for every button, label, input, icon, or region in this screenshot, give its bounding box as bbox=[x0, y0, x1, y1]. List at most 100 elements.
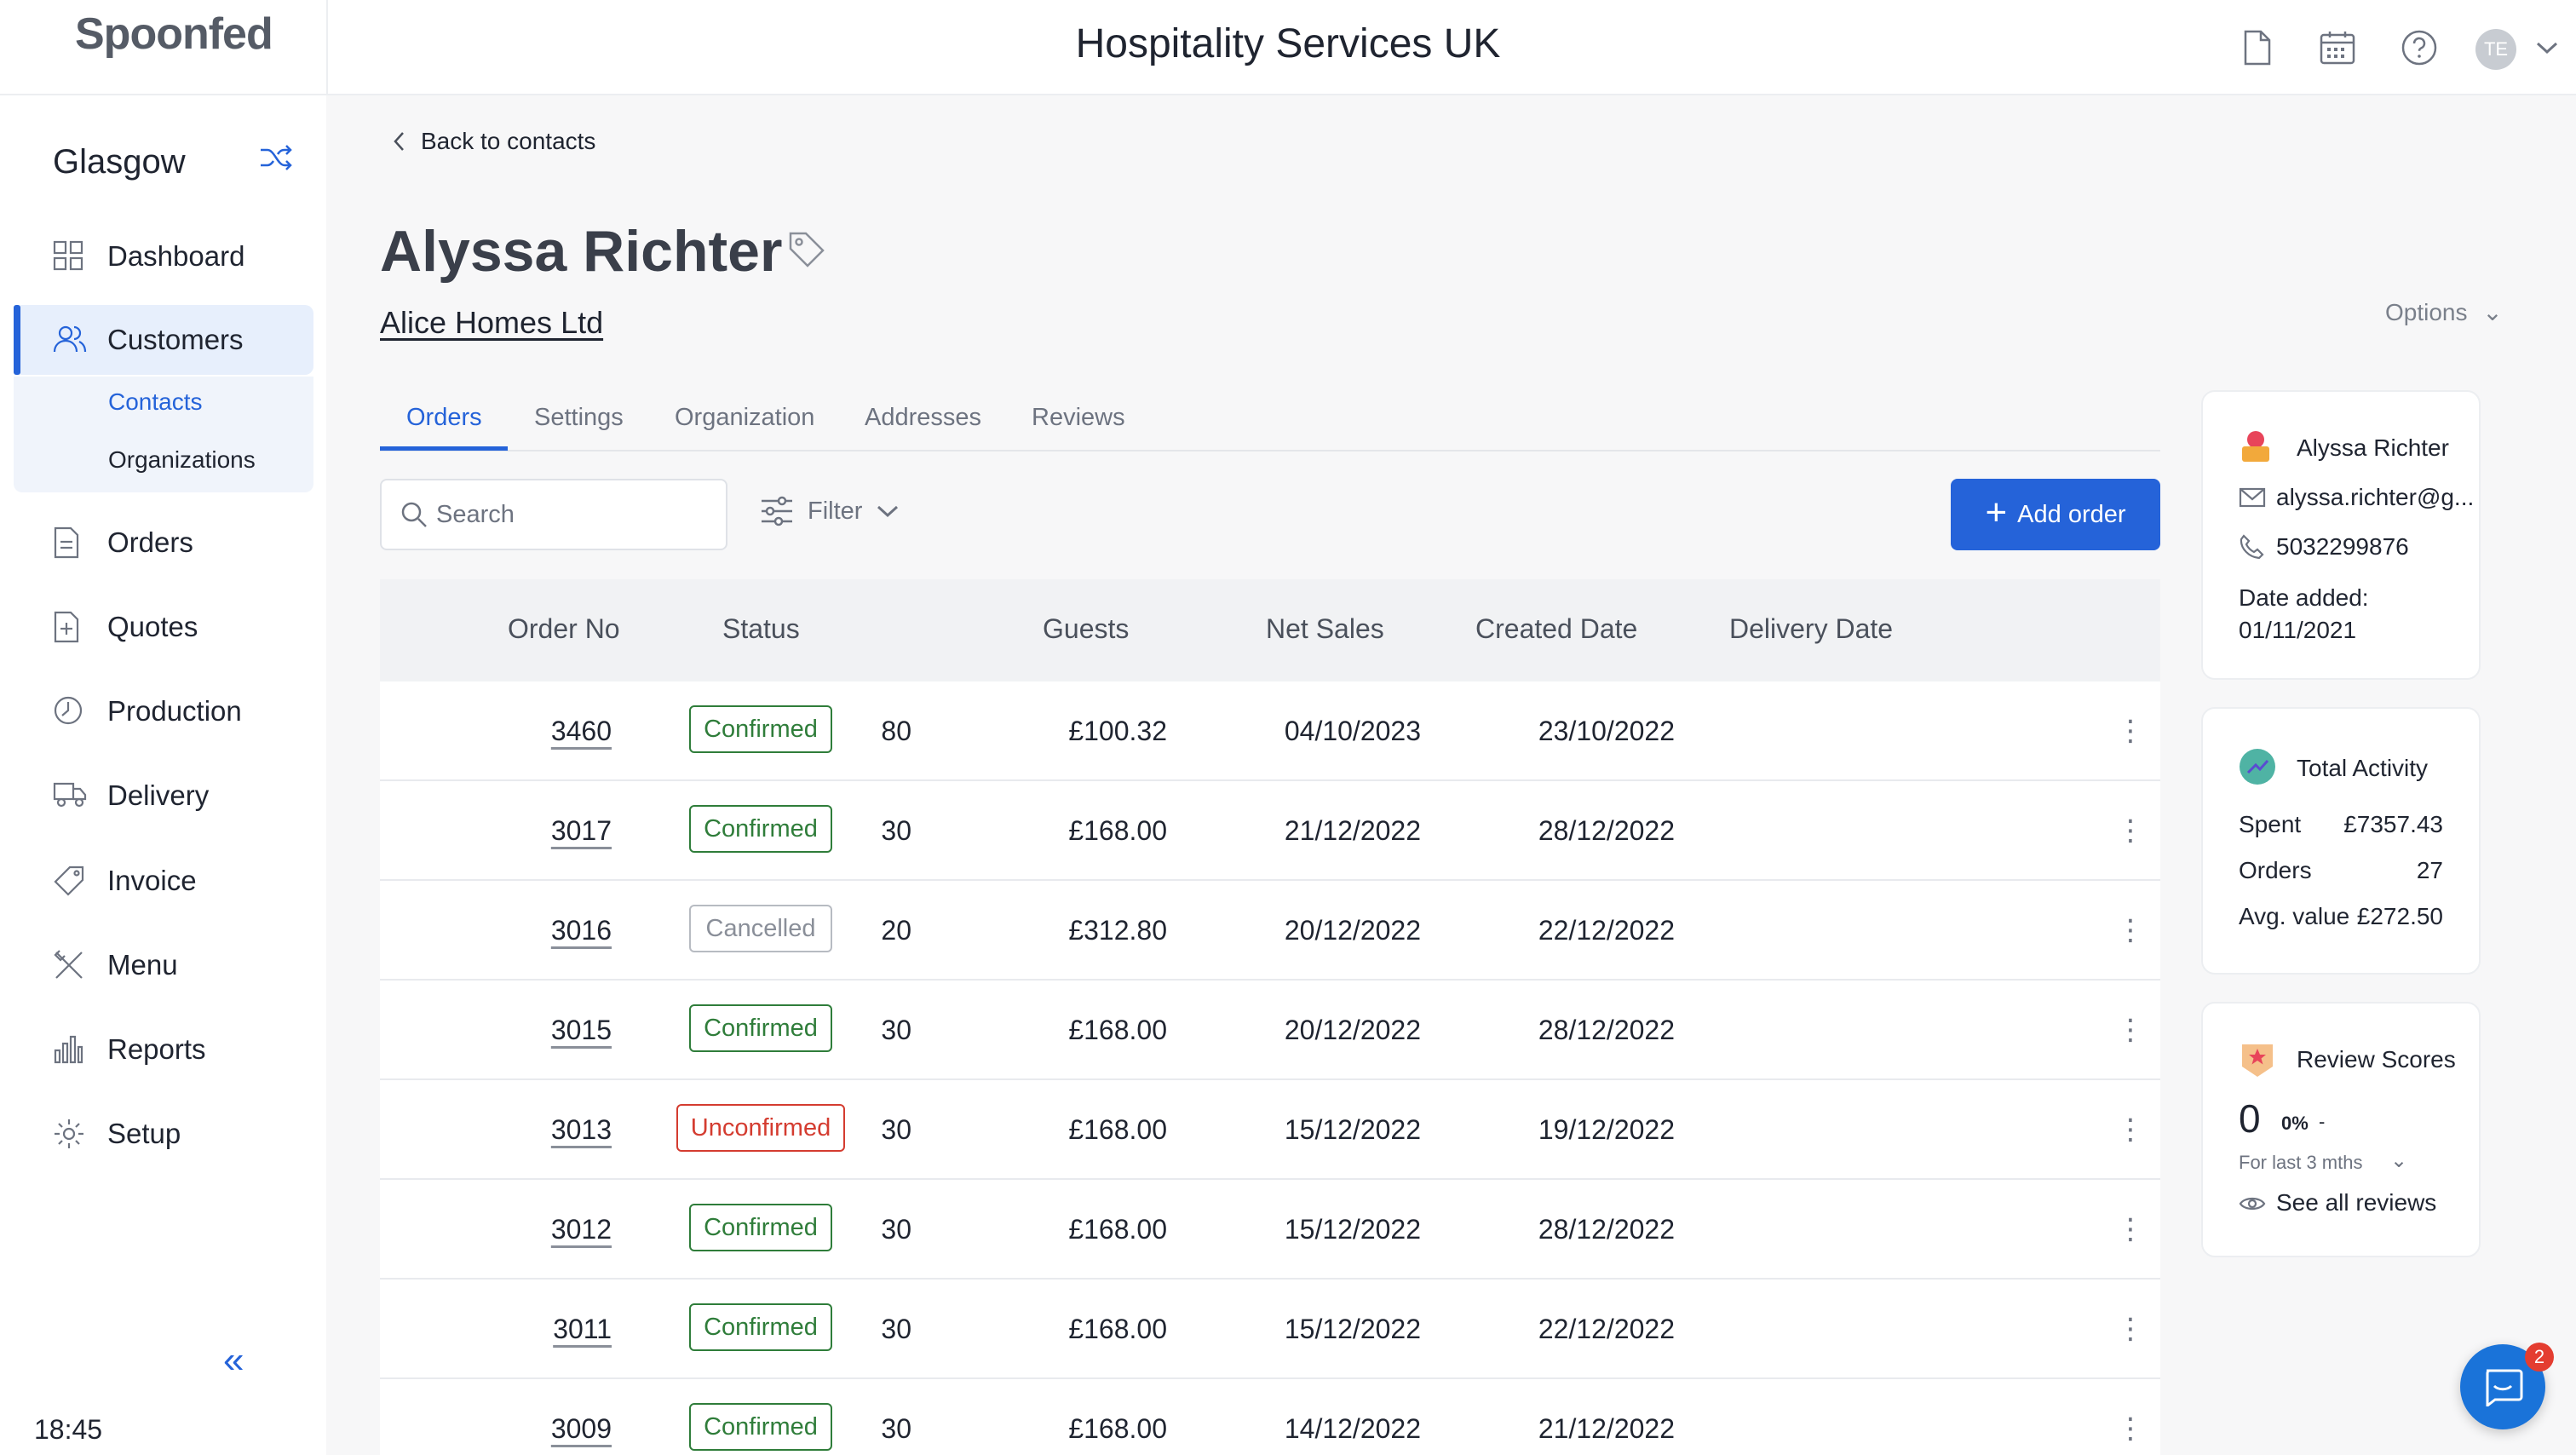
column-header-guests[interactable]: Guests bbox=[1043, 613, 1129, 645]
table-row[interactable]: 3009 Confirmed 30 £168.00 14/12/2022 21/12/20… bbox=[380, 1379, 2160, 1455]
page-title: Alyssa Richter bbox=[380, 219, 783, 284]
subnav-item-contacts[interactable]: Contacts bbox=[108, 388, 203, 416]
order-number-link[interactable]: 3011 bbox=[553, 1314, 612, 1345]
chevron-left-icon bbox=[394, 132, 404, 151]
document-icon[interactable] bbox=[2235, 26, 2280, 70]
contact-phone[interactable]: 5032299876 bbox=[2276, 533, 2409, 561]
mail-icon bbox=[2239, 487, 2266, 512]
sidebar-item-label: Production bbox=[107, 695, 242, 727]
delivery-date-cell: 22/12/2022 bbox=[1538, 1314, 1675, 1344]
column-header-created-date[interactable]: Created Date bbox=[1475, 613, 1637, 645]
table-row[interactable]: 3012 Confirmed 30 £168.00 15/12/2022 28/12/20… bbox=[380, 1180, 2160, 1280]
sidebar-item-orders[interactable]: Orders bbox=[14, 508, 313, 578]
review-score-value: 0 bbox=[2239, 1096, 2261, 1141]
order-number-link[interactable]: 3009 bbox=[551, 1413, 612, 1445]
column-header-order-no[interactable]: Order No bbox=[508, 613, 620, 645]
column-header-net-sales[interactable]: Net Sales bbox=[1266, 613, 1384, 645]
tab-bar: Orders Settings Organization Addresses R… bbox=[380, 400, 2160, 451]
guests-cell: 20 bbox=[881, 915, 911, 946]
delivery-date-cell: 22/12/2022 bbox=[1538, 915, 1675, 946]
help-icon[interactable] bbox=[2397, 26, 2441, 70]
user-avatar[interactable]: TE bbox=[2475, 29, 2516, 70]
total-activity-title: Total Activity bbox=[2297, 755, 2429, 781]
sidebar-item-reports[interactable]: Reports bbox=[14, 1015, 313, 1084]
chevron-down-icon[interactable]: ⌄ bbox=[2390, 1148, 2407, 1173]
column-header-delivery-date[interactable]: Delivery Date bbox=[1729, 613, 1893, 645]
more-options-icon[interactable]: ⋮ bbox=[2116, 814, 2145, 848]
options-dropdown[interactable]: Options ⌄ bbox=[2385, 298, 2503, 326]
more-options-icon[interactable]: ⋮ bbox=[2116, 913, 2145, 947]
subnav-item-organizations[interactable]: Organizations bbox=[108, 446, 256, 474]
more-options-icon[interactable]: ⋮ bbox=[2116, 1113, 2145, 1147]
date-added-value: 01/11/2021 bbox=[2239, 617, 2357, 643]
review-trend: - bbox=[2319, 1111, 2326, 1132]
order-number-link[interactable]: 3460 bbox=[551, 716, 612, 747]
see-all-reviews-link[interactable]: See all reviews bbox=[2276, 1189, 2436, 1216]
tag-icon[interactable] bbox=[787, 230, 830, 273]
users-icon bbox=[53, 324, 87, 356]
truck-icon bbox=[53, 779, 87, 812]
table-row[interactable]: 3017 Confirmed 30 £168.00 21/12/2022 28/12/20… bbox=[380, 781, 2160, 881]
tab-addresses[interactable]: Addresses bbox=[865, 404, 981, 432]
table-row[interactable]: 3460 Confirmed 80 £100.32 04/10/2023 23/10/20… bbox=[380, 681, 2160, 781]
sidebar-item-customers[interactable]: Customers bbox=[14, 305, 313, 375]
table-row[interactable]: 3011 Confirmed 30 £168.00 15/12/2022 22/12/20… bbox=[380, 1280, 2160, 1379]
tab-reviews[interactable]: Reviews bbox=[1032, 404, 1125, 432]
net-sales-cell: £168.00 bbox=[1068, 1114, 1167, 1145]
order-number-link[interactable]: 3016 bbox=[551, 915, 612, 946]
add-order-button[interactable]: + Add order bbox=[1951, 479, 2160, 550]
sidebar-item-dashboard[interactable]: Dashboard bbox=[14, 221, 313, 291]
table-row[interactable]: 3013 Unconfirmed 30 £168.00 15/12/2022 19/12/… bbox=[380, 1080, 2160, 1180]
tab-orders[interactable]: Orders bbox=[406, 404, 482, 432]
tab-organization[interactable]: Organization bbox=[675, 404, 814, 432]
spent-value: £7357.43 bbox=[2343, 811, 2443, 837]
more-options-icon[interactable]: ⋮ bbox=[2116, 1312, 2145, 1346]
status-badge: Confirmed bbox=[689, 705, 832, 753]
options-label: Options bbox=[2385, 299, 2468, 325]
order-number-link[interactable]: 3012 bbox=[551, 1214, 612, 1245]
sidebar-item-quotes[interactable]: Quotes bbox=[14, 592, 313, 662]
sidebar-item-production[interactable]: Production bbox=[14, 676, 313, 746]
column-header-status[interactable]: Status bbox=[722, 613, 800, 645]
more-options-icon[interactable]: ⋮ bbox=[2116, 1013, 2145, 1047]
created-date-cell: 15/12/2022 bbox=[1284, 1114, 1421, 1145]
order-number-link[interactable]: 3013 bbox=[551, 1114, 612, 1146]
spent-label: Spent bbox=[2239, 811, 2302, 837]
star-badge-icon bbox=[2239, 1041, 2276, 1078]
sidebar-item-invoice[interactable]: Invoice bbox=[14, 846, 313, 916]
back-link[interactable]: Back to contacts bbox=[392, 128, 595, 155]
guests-cell: 30 bbox=[881, 1314, 911, 1344]
chevron-down-icon[interactable] bbox=[2525, 26, 2569, 70]
status-badge: Confirmed bbox=[689, 1303, 832, 1351]
delivery-date-cell: 28/12/2022 bbox=[1538, 1015, 1675, 1045]
orders-label: Orders bbox=[2239, 857, 2312, 883]
switch-location-icon[interactable] bbox=[259, 143, 293, 177]
notification-badge: 2 bbox=[2525, 1343, 2554, 1372]
tag-icon bbox=[53, 865, 85, 897]
review-period[interactable]: For last 3 mths bbox=[2239, 1152, 2362, 1174]
tab-settings[interactable]: Settings bbox=[534, 404, 624, 432]
bar-chart-icon bbox=[53, 1033, 85, 1066]
orders-row: Orders 27 bbox=[2239, 857, 2443, 884]
contact-email[interactable]: alyssa.richter@g... bbox=[2276, 484, 2474, 511]
more-options-icon[interactable]: ⋮ bbox=[2116, 1212, 2145, 1246]
avg-value-label: Avg. value bbox=[2239, 903, 2350, 929]
sidebar-item-menu[interactable]: Menu bbox=[14, 930, 313, 1000]
filter-button[interactable]: Filter bbox=[760, 496, 900, 526]
net-sales-cell: £168.00 bbox=[1068, 1214, 1167, 1245]
more-options-icon[interactable]: ⋮ bbox=[2116, 714, 2145, 748]
guests-cell: 30 bbox=[881, 1015, 911, 1045]
organization-link[interactable]: Alice Homes Ltd bbox=[380, 305, 603, 341]
table-row[interactable]: 3015 Confirmed 30 £168.00 20/12/2022 28/12/20… bbox=[380, 981, 2160, 1080]
order-number-link[interactable]: 3017 bbox=[551, 815, 612, 847]
sidebar-item-label: Setup bbox=[107, 1118, 181, 1149]
grid-icon bbox=[53, 240, 85, 273]
sidebar-item-setup[interactable]: Setup bbox=[14, 1099, 313, 1169]
order-number-link[interactable]: 3015 bbox=[551, 1015, 612, 1046]
more-options-icon[interactable]: ⋮ bbox=[2116, 1412, 2145, 1446]
search-input[interactable] bbox=[436, 480, 717, 549]
table-row[interactable]: 3016 Cancelled 20 £312.80 20/12/2022 22/12/20… bbox=[380, 881, 2160, 981]
collapse-sidebar-icon[interactable]: « bbox=[223, 1339, 244, 1382]
calendar-icon[interactable] bbox=[2315, 26, 2360, 70]
sidebar-item-delivery[interactable]: Delivery bbox=[14, 761, 313, 831]
